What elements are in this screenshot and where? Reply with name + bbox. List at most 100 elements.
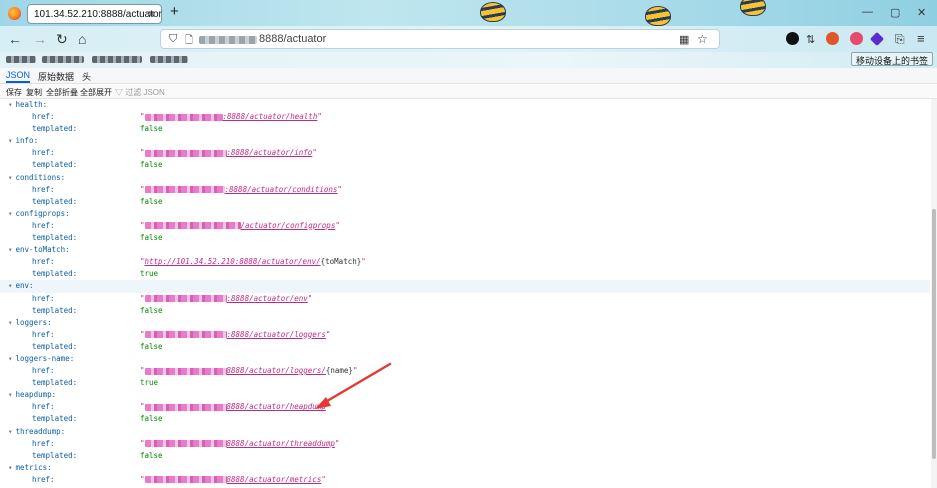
back-arrow-icon[interactable]: ←	[8, 31, 22, 47]
json-row[interactable]: templated: false	[0, 159, 930, 171]
json-row[interactable]: ▾ configprops:	[0, 208, 930, 220]
url-link[interactable]: /actuator/configprops	[241, 221, 336, 230]
save-button[interactable]: 保存	[6, 87, 22, 98]
json-key[interactable]: ▾ loggers:	[8, 317, 52, 329]
json-row[interactable]: href: ":8888/actuator/conditions"	[0, 184, 930, 196]
reload-icon[interactable]: ↻	[56, 31, 68, 48]
json-row[interactable]: href: " 8888/actuator/loggers/{name}"	[0, 365, 930, 377]
json-row[interactable]: ▾ metrics:	[0, 462, 930, 474]
collapse-all-button[interactable]: 全部折叠	[46, 87, 78, 98]
tab-close-icon[interactable]: ×	[148, 7, 155, 21]
lock-icon[interactable]: 🗋	[185, 33, 193, 50]
json-row[interactable]: templated: false	[0, 232, 930, 244]
mobile-bookmarks-button[interactable]: 移动设备上的书签	[850, 52, 933, 66]
url-link[interactable]: 8888/actuator/threaddump	[227, 439, 335, 448]
json-row[interactable]: href: " http://101.34.52.210:8888/actuator…	[0, 256, 930, 268]
menu-icon[interactable]: ≡	[917, 31, 925, 46]
json-key[interactable]: ▾ configprops:	[8, 208, 70, 220]
json-row[interactable]: templated: true	[0, 268, 930, 280]
json-row[interactable]: ▾ health:	[0, 99, 930, 111]
collapse-arrow-icon[interactable]: ▾	[8, 427, 13, 436]
json-row[interactable]: href: ":8888/actuator/info"	[0, 147, 930, 159]
filter-json-input[interactable]: ▽ 过滤 JSON	[115, 87, 165, 98]
collapse-arrow-icon[interactable]: ▾	[8, 390, 13, 399]
forward-arrow-icon[interactable]: →	[33, 31, 47, 47]
bookmark-redacted[interactable]	[150, 56, 188, 63]
json-key[interactable]: ▾ health:	[8, 99, 47, 111]
json-row[interactable]: templated: false	[0, 341, 930, 353]
bookmark-redacted[interactable]	[42, 56, 84, 63]
close-window-button[interactable]: ✕	[917, 6, 926, 19]
json-key[interactable]: ▾ heapdump:	[8, 389, 56, 401]
shield-icon[interactable]: ⛉	[169, 33, 177, 46]
json-row[interactable]: ▾ env:	[0, 280, 930, 293]
json-key[interactable]: ▾ loggers-name:	[8, 353, 74, 365]
json-row[interactable]: href: "/actuator/configprops"	[0, 220, 930, 232]
url-link[interactable]: 8888/actuator/metrics	[227, 475, 322, 484]
scrollbar-thumb[interactable]	[932, 209, 936, 459]
json-row[interactable]: href: " 8888/actuator/threaddump"	[0, 438, 930, 450]
json-row[interactable]: templated: false	[0, 196, 930, 208]
share-icon[interactable]: ⎘	[895, 32, 905, 47]
json-row[interactable]: templated: false	[0, 305, 930, 317]
json-key[interactable]: ▾ metrics:	[8, 462, 52, 474]
collapse-arrow-icon[interactable]: ▾	[8, 136, 13, 145]
url-link[interactable]: 8888/actuator/loggers/	[227, 366, 326, 375]
star-icon[interactable]: ☆	[697, 32, 708, 46]
browser-tab[interactable]: 101.34.52.210:8888/actuator ×	[27, 4, 162, 24]
extension-icon[interactable]	[850, 32, 863, 45]
collapse-arrow-icon[interactable]: ▾	[8, 463, 13, 472]
collapse-arrow-icon[interactable]: ▾	[8, 245, 13, 254]
json-row[interactable]: templated: true	[0, 377, 930, 389]
url-link[interactable]: 8888/actuator/heapdump	[227, 402, 326, 411]
collapse-arrow-icon[interactable]: ▾	[8, 100, 13, 109]
json-key[interactable]: ▾ env-toMatch:	[8, 244, 70, 256]
json-row[interactable]: ▾ conditions:	[0, 172, 930, 184]
extension-badge-icon[interactable]	[786, 32, 799, 45]
json-row[interactable]: href: ":8888/actuator/loggers"	[0, 329, 930, 341]
json-row[interactable]: ▾ loggers-name:	[0, 353, 930, 365]
collapse-arrow-icon[interactable]: ▾	[8, 173, 13, 182]
bookmark-redacted[interactable]	[6, 56, 36, 63]
maximize-button[interactable]: ▢	[890, 6, 900, 19]
json-key[interactable]: ▾ info:	[8, 135, 38, 147]
json-key[interactable]: ▾ threaddump:	[8, 426, 65, 438]
json-key[interactable]: ▾ conditions:	[8, 172, 65, 184]
json-key[interactable]: ▾ env:	[8, 280, 34, 292]
qr-code-icon[interactable]: ▦	[679, 33, 689, 46]
json-row[interactable]: templated: false	[0, 450, 930, 462]
json-row[interactable]: templated: false	[0, 413, 930, 425]
json-row[interactable]: href: ":8888/actuator/env"	[0, 293, 930, 305]
url-link[interactable]: :8888/actuator/info	[227, 148, 313, 157]
json-row[interactable]: templated: false	[0, 123, 930, 135]
home-icon[interactable]: ⌂	[78, 31, 86, 47]
collapse-arrow-icon[interactable]: ▾	[8, 354, 13, 363]
extension-icon[interactable]	[826, 32, 839, 45]
json-row[interactable]: ▾ threaddump:	[0, 426, 930, 438]
url-link[interactable]: :8888/actuator/loggers	[227, 330, 326, 339]
new-tab-button[interactable]: +	[170, 3, 179, 20]
bookmark-redacted[interactable]	[92, 56, 142, 63]
url-link[interactable]: :8888/actuator/conditions	[225, 185, 338, 194]
json-row[interactable]: href: ":8888/actuator/health"	[0, 111, 930, 123]
url-link[interactable]: :8888/actuator/env	[227, 294, 308, 303]
json-row[interactable]: ▾ env-toMatch:	[0, 244, 930, 256]
collapse-arrow-icon[interactable]: ▾	[8, 209, 13, 218]
collapse-arrow-icon[interactable]: ▾	[8, 318, 13, 327]
scrollbar[interactable]	[931, 99, 937, 488]
url-bar[interactable]: ⛉ 🗋 8888/actuator ▦ ☆	[160, 29, 720, 49]
expand-all-button[interactable]: 全部展开	[80, 87, 112, 98]
extension-icon[interactable]	[869, 31, 885, 47]
tab-json[interactable]: JSON	[6, 70, 31, 83]
url-link[interactable]: :8888/actuator/health	[223, 112, 318, 121]
url-link[interactable]: http://101.34.52.210:8888/actuator/env/	[145, 257, 321, 266]
copy-button[interactable]: 复制	[26, 87, 42, 98]
tab-raw-data[interactable]: 原始数据	[38, 70, 74, 83]
json-row[interactable]: href: " 8888/actuator/heapdump"	[0, 401, 930, 413]
json-row[interactable]: ▾ heapdump:	[0, 389, 930, 401]
json-row[interactable]: ▾ info:	[0, 135, 930, 147]
extension-icon[interactable]: ⇅	[806, 33, 815, 46]
json-row[interactable]: ▾ loggers:	[0, 317, 930, 329]
tab-headers[interactable]: 头	[82, 70, 91, 83]
minimize-button[interactable]: —	[862, 6, 873, 18]
